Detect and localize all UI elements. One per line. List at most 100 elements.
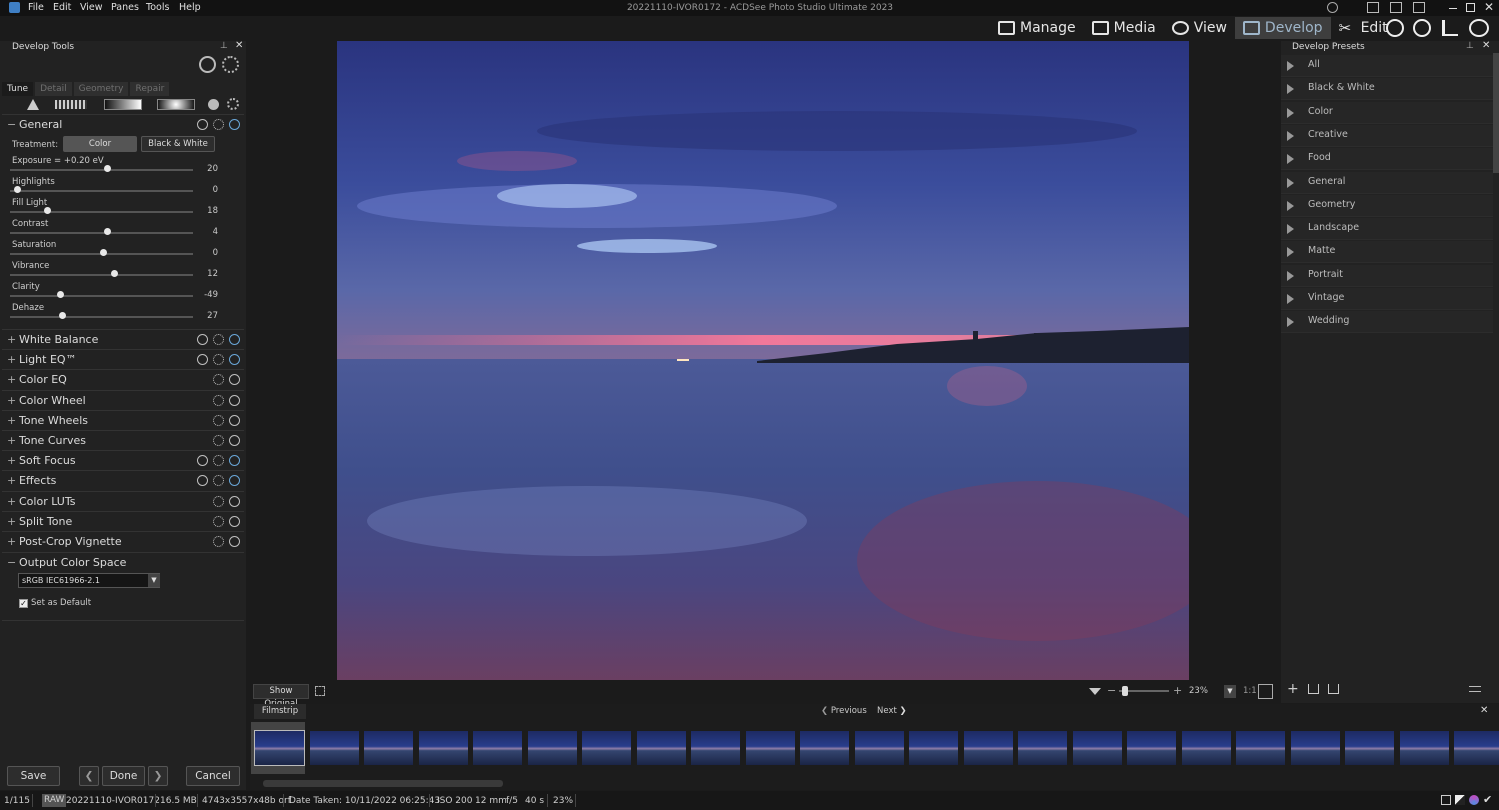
gear-icon[interactable]	[213, 496, 224, 507]
status-check-icon[interactable]: ✔	[1483, 793, 1492, 806]
tab-detail[interactable]: Detail	[35, 82, 72, 96]
slider-knob[interactable]	[13, 186, 21, 193]
previous-image-button[interactable]: ❮	[79, 766, 99, 786]
gradient-icon[interactable]	[104, 99, 142, 110]
chart-icon[interactable]	[1442, 20, 1458, 36]
gear-icon[interactable]	[213, 334, 224, 345]
section-effects[interactable]: + Effects	[2, 470, 244, 490]
filmstrip-thumbnail[interactable]	[1399, 731, 1449, 765]
filmstrip-thumbnail[interactable]	[309, 731, 359, 765]
filmstrip-thumbnail[interactable]	[418, 731, 468, 765]
filmstrip-thumbnail[interactable]	[364, 731, 413, 765]
reset-icon[interactable]	[197, 119, 208, 130]
slider-track[interactable]	[10, 316, 193, 318]
reset-icon[interactable]	[197, 354, 208, 365]
save-button[interactable]: Save	[7, 766, 60, 786]
preset-all[interactable]: All	[1281, 55, 1493, 77]
section-color-luts[interactable]: + Color LUTs	[2, 491, 244, 511]
status-edit-icon[interactable]	[1455, 795, 1465, 805]
pin-icon[interactable]: ⊥	[220, 41, 228, 51]
preset-matte[interactable]: Matte	[1281, 241, 1493, 264]
section-post-crop-vignette[interactable]: + Post-Crop Vignette	[2, 531, 244, 551]
account-icon[interactable]	[1327, 2, 1338, 13]
gear-icon[interactable]	[213, 455, 224, 466]
slider-value[interactable]: 18	[192, 206, 218, 216]
enable-toggle-icon[interactable]	[229, 119, 240, 130]
reset-all-icon[interactable]	[199, 56, 216, 73]
radial-icon[interactable]	[157, 99, 195, 110]
add-preset-icon[interactable]: +	[1287, 681, 1299, 697]
reset-icon[interactable]	[197, 475, 208, 486]
filmstrip-thumbnail[interactable]	[254, 730, 305, 766]
preset-color[interactable]: Color	[1281, 101, 1493, 124]
section-soft-focus[interactable]: + Soft Focus	[2, 450, 244, 470]
preset-general[interactable]: General	[1281, 171, 1493, 194]
treatment-bw-button[interactable]: Black & White	[141, 136, 215, 152]
fullscreen-icon[interactable]	[315, 686, 325, 696]
done-button[interactable]: Done	[102, 766, 145, 786]
zoom-dropdown-icon[interactable]: ▼	[1224, 685, 1236, 698]
section-color-wheel[interactable]: + Color Wheel	[2, 390, 244, 410]
options-icon[interactable]	[227, 98, 239, 110]
preset-geometry[interactable]: Geometry	[1281, 194, 1493, 217]
slider-value[interactable]: 4	[192, 227, 218, 237]
close-filmstrip-icon[interactable]: ✕	[1480, 705, 1488, 716]
previous-button[interactable]: ❮ Previous	[821, 706, 867, 716]
section-light-eq[interactable]: + Light EQ™	[2, 349, 244, 369]
slider-track[interactable]	[10, 169, 193, 171]
gear-icon[interactable]	[213, 435, 224, 446]
slider-knob[interactable]	[103, 228, 111, 235]
enable-toggle-icon[interactable]	[229, 395, 240, 406]
gear-icon[interactable]	[213, 395, 224, 406]
preset-black-white[interactable]: Black & White	[1281, 78, 1493, 101]
preset-food[interactable]: Food	[1281, 148, 1493, 171]
show-original-button[interactable]: Show Original	[253, 684, 309, 709]
export-preset-icon[interactable]	[1328, 684, 1339, 694]
enable-toggle-icon[interactable]	[229, 536, 240, 547]
enable-toggle-icon[interactable]	[229, 516, 240, 527]
close-panel-icon[interactable]: ✕	[235, 40, 243, 51]
filmstrip-thumbnail[interactable]	[1454, 731, 1499, 765]
slider-value[interactable]: 20	[192, 164, 218, 174]
cancel-button[interactable]: Cancel	[186, 766, 240, 786]
layout-left-icon[interactable]	[1367, 2, 1379, 13]
slider-value[interactable]: 27	[192, 311, 218, 321]
slider-track[interactable]	[10, 232, 193, 234]
treatment-color-button[interactable]: Color	[63, 136, 137, 152]
preset-landscape[interactable]: Landscape	[1281, 218, 1493, 241]
zoom-menu-icon[interactable]	[1089, 688, 1101, 695]
compare-icon[interactable]	[55, 100, 87, 109]
mode-media[interactable]: Media	[1084, 17, 1164, 39]
close-panel-icon[interactable]: ✕	[1482, 40, 1490, 51]
preset-wedding[interactable]: Wedding	[1281, 311, 1493, 334]
slider-knob[interactable]	[110, 270, 118, 277]
section-output-color-space[interactable]: − Output Color Space	[2, 552, 244, 572]
gear-icon[interactable]	[213, 119, 224, 130]
pin-icon[interactable]: ⊥	[1466, 41, 1474, 51]
maximize-button[interactable]	[1466, 3, 1475, 12]
enable-toggle-icon[interactable]	[229, 475, 240, 486]
slider-value[interactable]: -49	[192, 290, 218, 300]
color-space-select[interactable]: sRGB IEC61966-2.1 ▼	[18, 573, 160, 588]
section-split-tone[interactable]: + Split Tone	[2, 511, 244, 531]
mode-manage[interactable]: Manage	[990, 17, 1084, 39]
filmstrip-thumbnail[interactable]	[691, 731, 740, 765]
gear-icon[interactable]	[213, 415, 224, 426]
filmstrip-thumbnail[interactable]	[636, 731, 686, 765]
next-image-button[interactable]: ❯	[148, 766, 168, 786]
enable-toggle-icon[interactable]	[229, 496, 240, 507]
filmstrip-thumbnail[interactable]	[745, 731, 795, 765]
tab-tune[interactable]: Tune	[2, 82, 34, 96]
gear-icon[interactable]	[213, 374, 224, 385]
gear-icon[interactable]	[213, 475, 224, 486]
zoom-out-icon[interactable]: −	[1107, 684, 1116, 697]
section-color-eq[interactable]: + Color EQ	[2, 369, 244, 389]
slider-value[interactable]: 0	[192, 185, 218, 195]
gear-icon[interactable]	[213, 536, 224, 547]
eye-refresh-icon[interactable]	[1469, 19, 1489, 37]
zoom-slider-knob[interactable]	[1122, 686, 1128, 696]
settings-icon[interactable]	[222, 56, 239, 73]
enable-toggle-icon[interactable]	[229, 435, 240, 446]
filmstrip-thumbnail[interactable]	[1290, 731, 1340, 765]
slider-knob[interactable]	[103, 165, 111, 172]
